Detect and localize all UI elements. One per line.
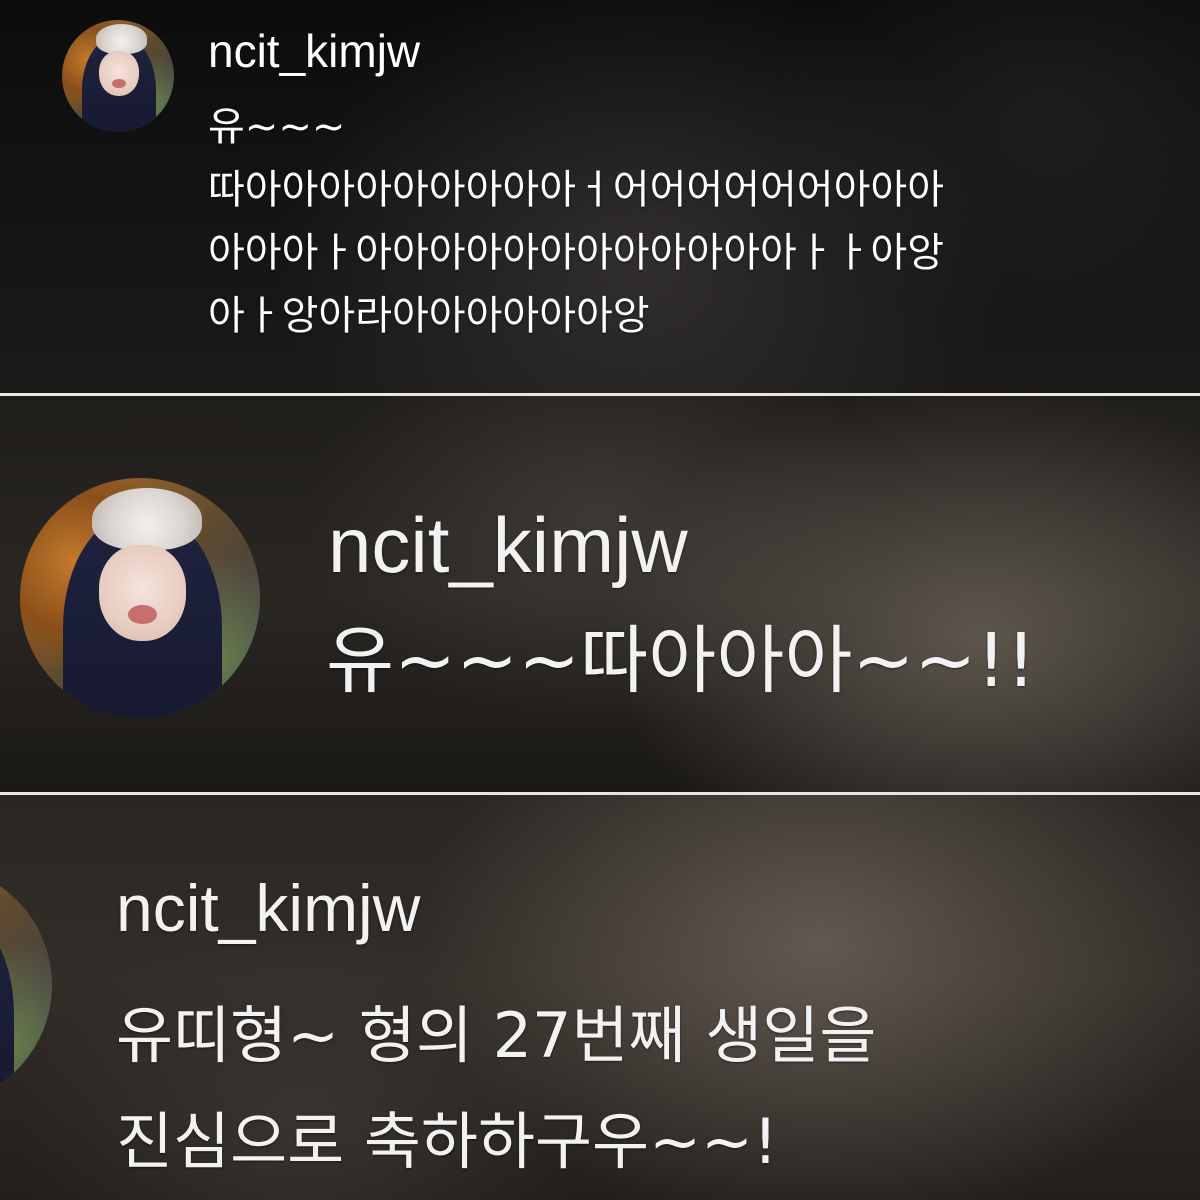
username[interactable]: ncit_kimjw: [328, 506, 688, 584]
comment-line: 유~~~: [208, 104, 346, 150]
comment-text: 유띠형~ 형의 27번째 생일을 진심으로 축하하구우~~!: [116, 983, 876, 1195]
comment-text: 유~~~따아아아~~!!: [326, 618, 1036, 704]
comment-line: 진심으로 축하하구우~~!: [116, 1105, 778, 1178]
comment-text: 유~~~ 따아아아아아아아아아ㅓ어어어어어어아아아 아아아ㅏ아아아아아아아아아아…: [208, 96, 944, 348]
avatar[interactable]: [0, 865, 52, 1105]
comment-line: 아아아ㅏ아아아아아아아아아아아아ㅏㅏ아앙: [208, 230, 944, 276]
comment-panel-3: ncit_kimjw 유띠형~ 형의 27번째 생일을 진심으로 축하하구우~~…: [0, 795, 1200, 1200]
username[interactable]: ncit_kimjw: [208, 28, 420, 74]
avatar[interactable]: [20, 478, 260, 718]
comment-line: 아ㅏ앙아라아아아아아아앙: [208, 293, 650, 339]
avatar[interactable]: [62, 20, 174, 132]
comment-panel-1: ncit_kimjw 유~~~ 따아아아아아아아아아ㅓ어어어어어어아아아 아아아…: [0, 0, 1200, 393]
comment-line: 따아아아아아아아아아ㅓ어어어어어어아아아: [208, 167, 944, 213]
username[interactable]: ncit_kimjw: [116, 875, 420, 941]
comment-panel-2: ncit_kimjw 유~~~따아아아~~!!: [0, 396, 1200, 792]
comment-line: 유띠형~ 형의 27번째 생일을: [116, 999, 877, 1072]
comment-screenshot-collage: ncit_kimjw 유~~~ 따아아아아아아아아아ㅓ어어어어어어아아아 아아아…: [0, 0, 1200, 1200]
